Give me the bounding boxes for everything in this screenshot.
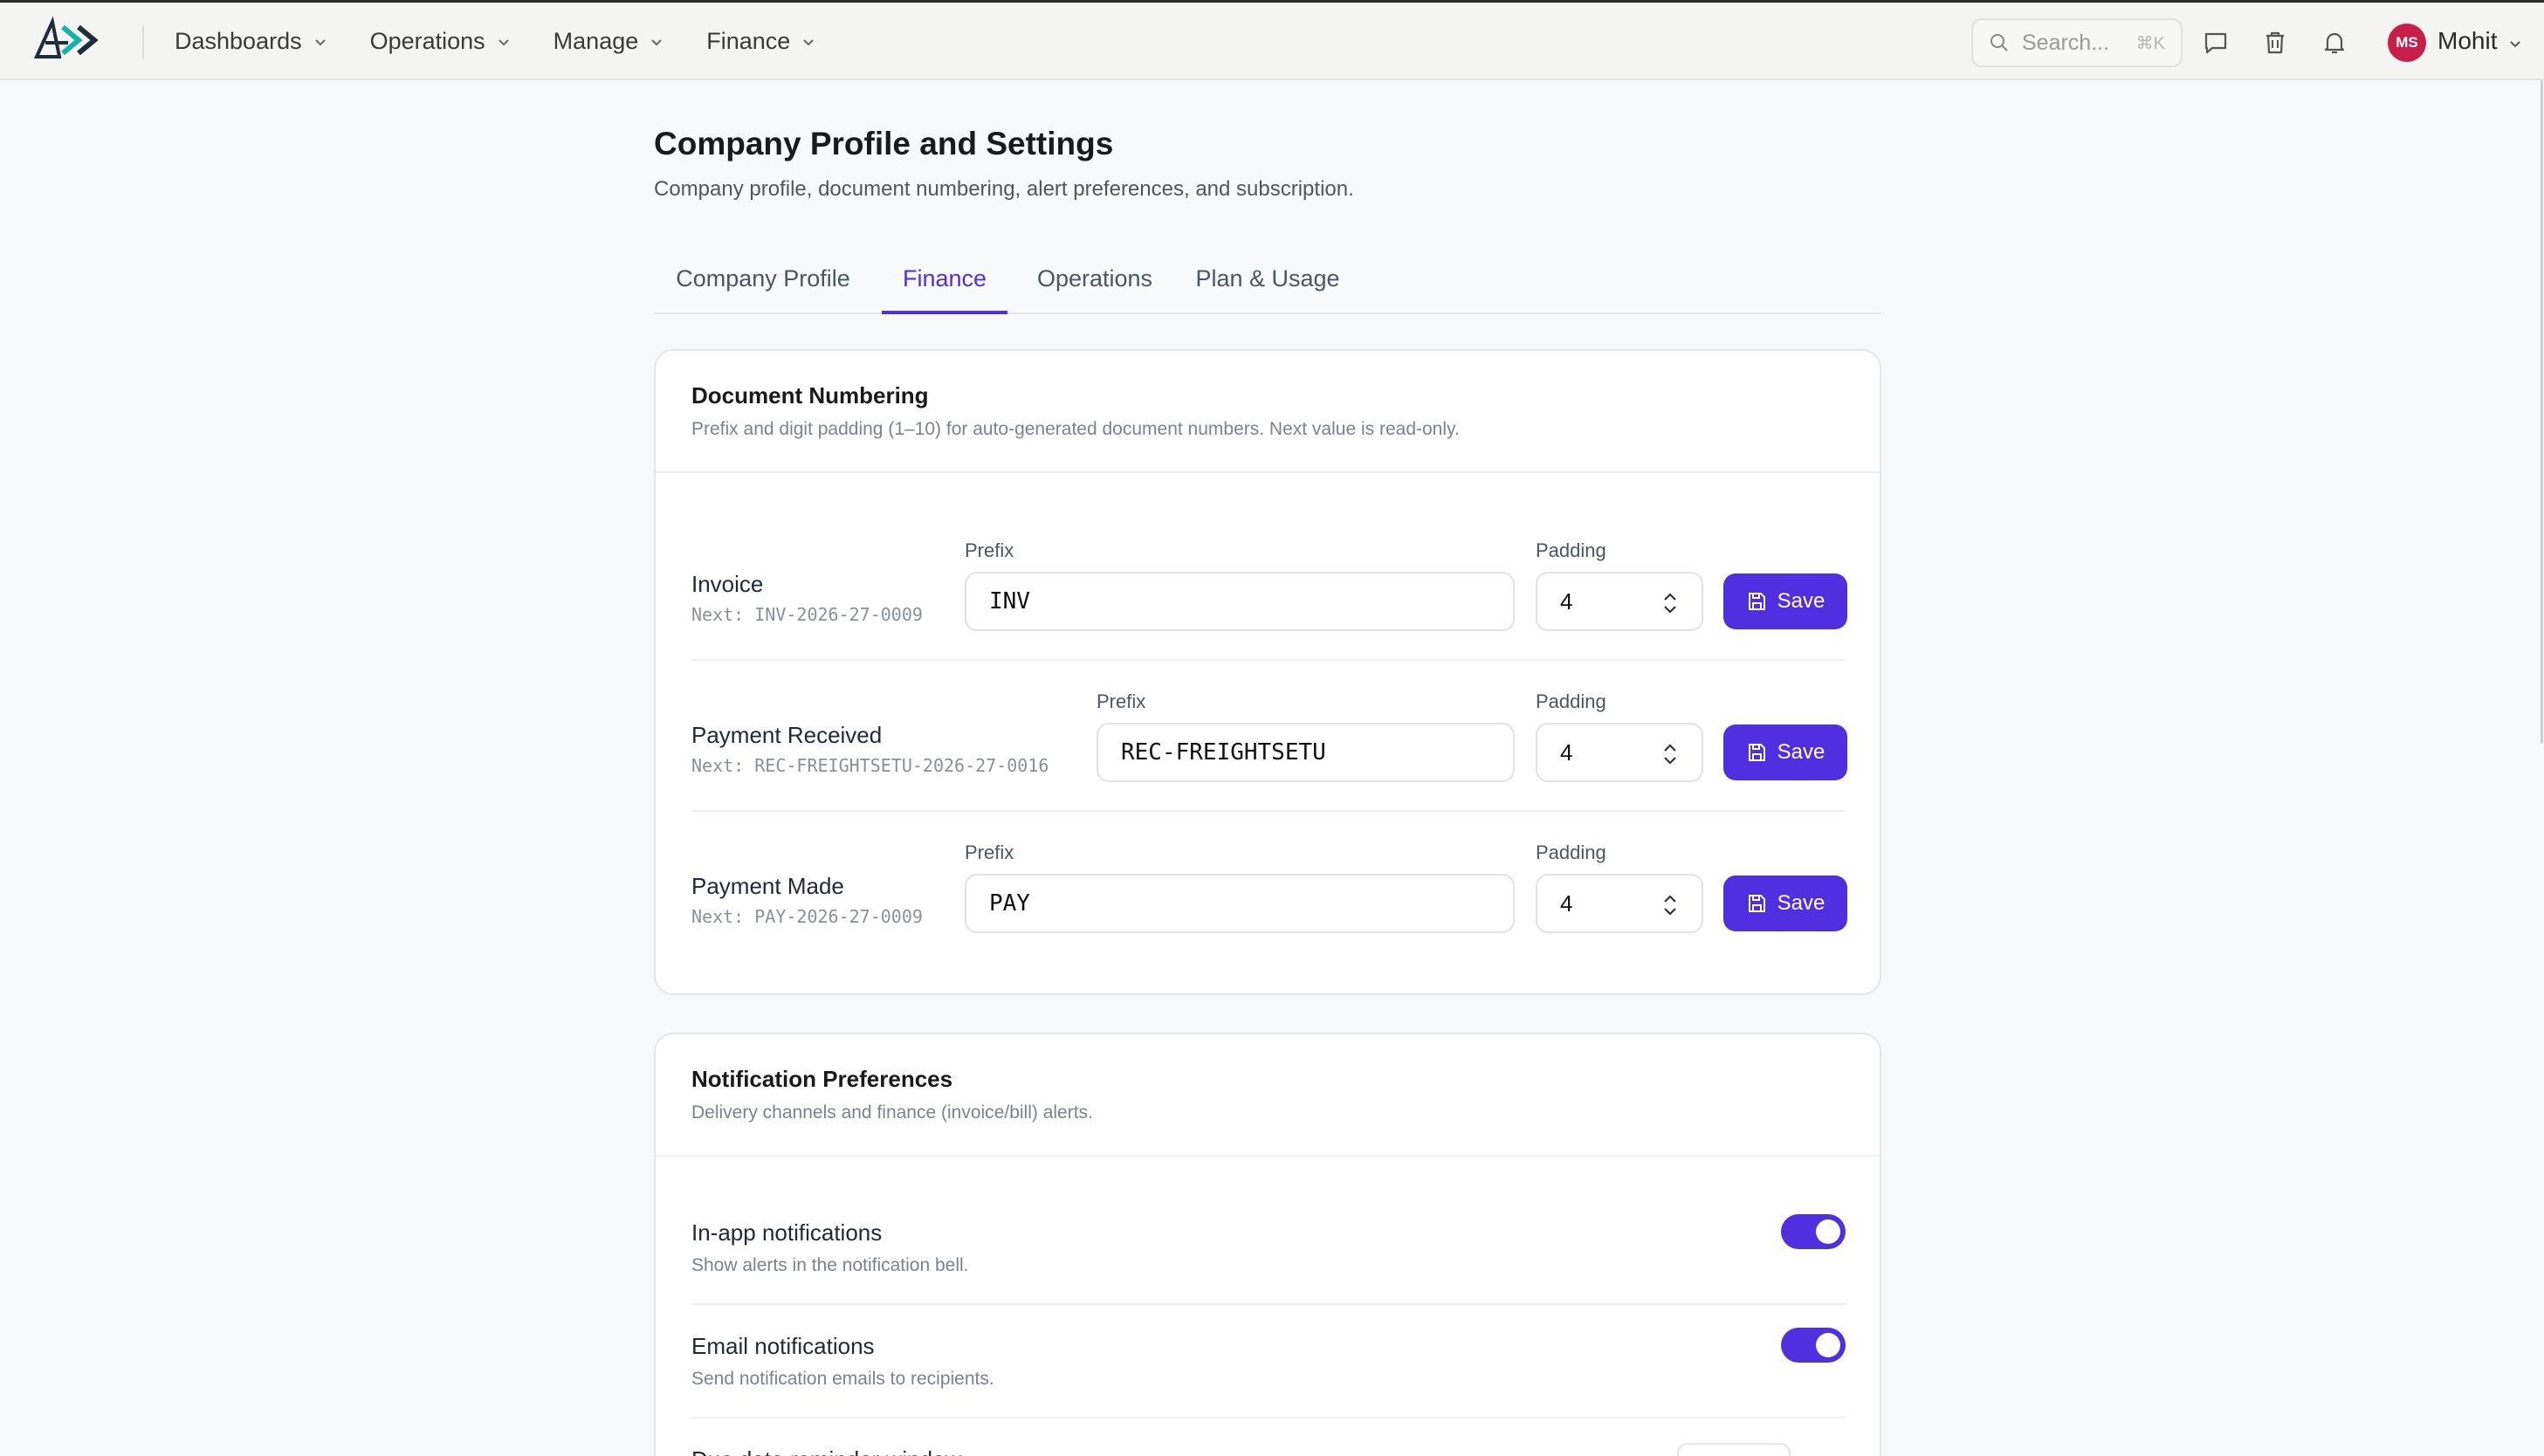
card-title: Notification Preferences <box>691 1066 953 1092</box>
padding-label: Padding <box>1536 690 1606 712</box>
save-button[interactable]: Save <box>1723 725 1847 780</box>
chevron-down-icon <box>651 38 662 45</box>
next-number: Next: PAY-2026-27-0009 <box>691 906 923 927</box>
tab-operations[interactable]: Operations <box>1021 250 1169 314</box>
main-nav: Dashboards Operations Manage Finance <box>175 3 858 80</box>
search-shortcut: ⌘K <box>2135 33 2165 53</box>
next-number: Next: REC-FREIGHTSETU-2026-27-0016 <box>691 755 1049 776</box>
notification-description: Send notification emails to recipients. <box>691 1369 994 1389</box>
padding-value: 4 <box>1560 889 1573 917</box>
save-button[interactable]: Save <box>1723 573 1847 629</box>
prefix-label: Prefix <box>1097 690 1146 712</box>
padding-value: 4 <box>1560 587 1573 615</box>
prefix-input[interactable]: REC-FREIGHTSETU <box>1097 723 1515 782</box>
doc-type-label: Payment Made <box>691 873 844 899</box>
save-icon <box>1748 744 1765 761</box>
chevron-down-icon[interactable] <box>2507 36 2523 52</box>
card-description: Delivery channels and finance (invoice/b… <box>691 1102 1093 1123</box>
prefix-label: Prefix <box>965 539 1014 561</box>
nav-label: Finance <box>706 28 791 54</box>
nav-label: Manage <box>553 28 639 54</box>
save-button[interactable]: Save <box>1723 876 1847 931</box>
trash-icon[interactable] <box>2261 29 2289 57</box>
notification-title: Due date reminder window <box>691 1446 961 1456</box>
nav-finance[interactable]: Finance <box>706 28 816 55</box>
notification-preferences-card: Notification Preferences Delivery channe… <box>654 1033 1881 1456</box>
doc-type-label: Invoice <box>691 571 764 597</box>
padding-label: Padding <box>1536 539 1606 561</box>
page-subtitle: Company profile, document numbering, ale… <box>654 177 1354 201</box>
nav-label: Operations <box>369 28 485 54</box>
chat-icon[interactable] <box>2202 29 2230 57</box>
top-navbar: Dashboards Operations Manage Finance Sea… <box>0 0 2544 80</box>
nav-manage[interactable]: Manage <box>553 28 665 55</box>
prefix-label: Prefix <box>965 841 1014 863</box>
email-toggle[interactable] <box>1781 1328 1846 1363</box>
card-header: Notification Preferences Delivery channe… <box>656 1034 1880 1157</box>
doc-type-label: Payment Received <box>691 722 883 748</box>
nav-operations[interactable]: Operations <box>370 28 512 55</box>
padding-stepper[interactable]: 4 <box>1536 723 1703 782</box>
nav-label: Dashboards <box>175 28 302 54</box>
next-number: Next: INV-2026-27-0009 <box>691 604 923 625</box>
card-title: Document Numbering <box>691 382 929 409</box>
bell-icon[interactable] <box>2321 29 2348 57</box>
save-icon <box>1748 895 1765 912</box>
notification-description: Show alerts in the notification bell. <box>691 1255 969 1275</box>
settings-tabs: Company Profile Finance Operations Plan … <box>654 250 1881 314</box>
due-date-input[interactable] <box>1677 1443 1791 1456</box>
page-title: Company Profile and Settings <box>654 126 1114 161</box>
tab-company-profile[interactable]: Company Profile <box>654 250 872 314</box>
save-icon <box>1748 593 1765 610</box>
toggle-knob <box>1816 1333 1840 1357</box>
padding-label: Padding <box>1536 841 1606 863</box>
scrollbar[interactable] <box>2541 80 2543 744</box>
search-placeholder: Search... <box>2022 30 2110 55</box>
notification-title: Email notifications <box>691 1333 875 1359</box>
chevron-down-icon <box>314 38 326 45</box>
prefix-input[interactable]: PAY <box>965 874 1515 933</box>
save-label: Save <box>1777 589 1825 613</box>
padding-stepper[interactable]: 4 <box>1536 874 1703 933</box>
in-app-toggle[interactable] <box>1781 1214 1846 1249</box>
document-numbering-card: Document Numbering Prefix and digit padd… <box>654 349 1881 995</box>
chevron-down-icon <box>498 38 509 45</box>
row-divider <box>691 1303 1846 1305</box>
toggle-knob <box>1816 1219 1840 1244</box>
padding-stepper[interactable]: 4 <box>1536 572 1703 631</box>
stepper-arrows-icon[interactable] <box>1661 893 1679 917</box>
prefix-input[interactable]: INV <box>965 572 1515 631</box>
nav-divider <box>142 25 144 58</box>
notification-title: In-app notifications <box>691 1219 883 1246</box>
row-divider <box>691 810 1846 812</box>
card-header: Document Numbering Prefix and digit padd… <box>656 351 1880 473</box>
nav-dashboards[interactable]: Dashboards <box>175 28 328 55</box>
stepper-arrows-icon[interactable] <box>1661 742 1679 766</box>
avatar[interactable]: MS <box>2388 24 2426 62</box>
tab-finance[interactable]: Finance <box>882 250 1007 314</box>
stepper-arrows-icon[interactable] <box>1661 591 1679 615</box>
tab-plan-usage[interactable]: Plan & Usage <box>1185 250 1351 314</box>
row-divider <box>691 1417 1846 1418</box>
app-logo-icon[interactable] <box>33 17 105 64</box>
card-description: Prefix and digit padding (1–10) for auto… <box>691 419 1460 439</box>
search-box[interactable]: Search... ⌘K <box>1971 18 2183 67</box>
row-divider <box>691 659 1846 661</box>
padding-value: 4 <box>1560 738 1573 766</box>
chevron-down-icon <box>803 38 815 45</box>
save-label: Save <box>1777 891 1825 915</box>
user-name[interactable]: Mohit <box>2437 27 2497 55</box>
search-icon <box>1991 34 2008 52</box>
save-label: Save <box>1777 740 1825 764</box>
